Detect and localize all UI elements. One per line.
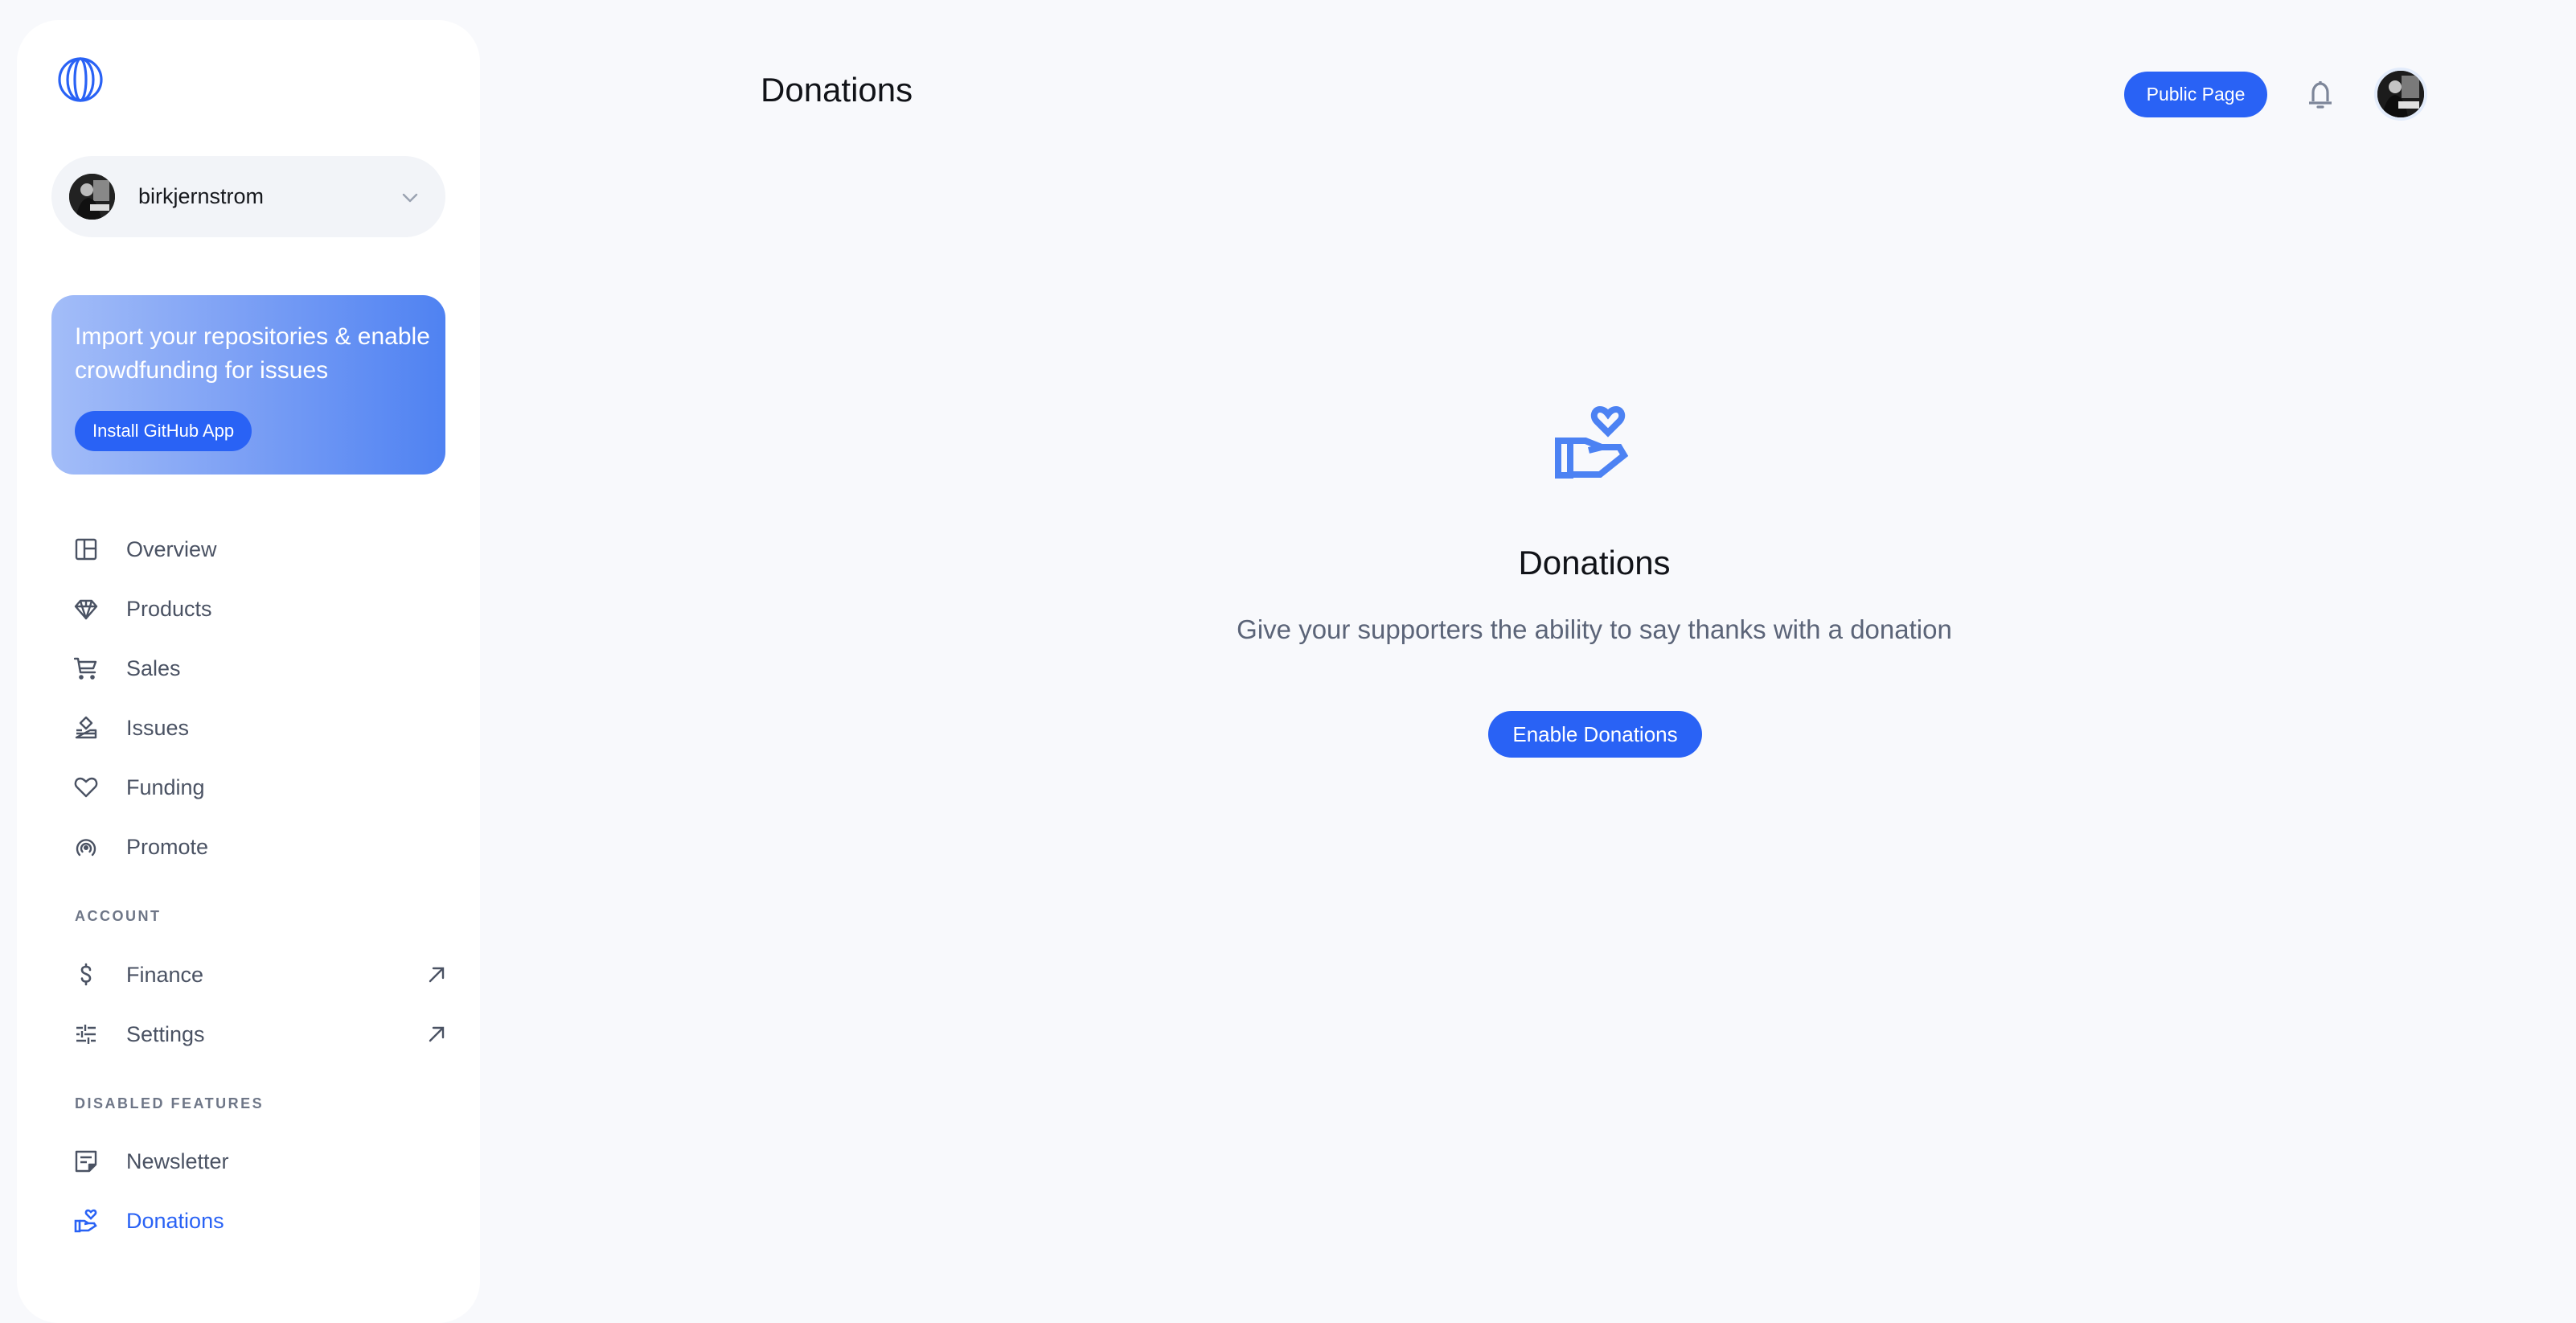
sidebar-item-label: Donations — [126, 1208, 224, 1233]
sidebar-item-label: Products — [126, 596, 212, 621]
dollar-icon — [74, 963, 98, 987]
sidebar-item-label: Promote — [126, 834, 209, 859]
sidebar-item-label: Funding — [126, 774, 205, 799]
user-avatar-button[interactable] — [2374, 68, 2427, 121]
sidebar-item-label: Finance — [126, 962, 204, 987]
bell-icon[interactable] — [2307, 79, 2334, 111]
broadcast-icon — [74, 835, 98, 859]
sidebar-item-sales[interactable]: Sales — [74, 646, 452, 691]
stamp-icon — [74, 716, 98, 740]
chevron-down-icon — [402, 192, 418, 202]
sidebar-item-donations[interactable]: Donations — [74, 1198, 452, 1243]
diamond-icon — [74, 597, 98, 621]
empty-state-title: Donations — [1518, 544, 1671, 581]
account-switcher[interactable]: birkjernstrom — [51, 156, 445, 237]
hand-heart-icon — [74, 1209, 98, 1233]
enable-donations-button[interactable]: Enable Donations — [1488, 711, 1702, 758]
sidebar-item-label: Issues — [126, 715, 190, 740]
sidebar-item-finance[interactable]: Finance — [74, 952, 452, 997]
shopping-cart-icon — [74, 656, 98, 680]
sidebar-item-promote[interactable]: Promote — [74, 824, 452, 869]
layout-dashboard-icon — [74, 537, 98, 561]
section-label-account: ACCOUNT — [75, 908, 162, 924]
account-avatar — [69, 174, 115, 220]
hand-heart-icon — [1553, 402, 1635, 484]
polar-logo-icon[interactable] — [58, 57, 103, 102]
github-import-text: Import your repositories & enable crowdf… — [75, 323, 430, 384]
sidebar-item-funding[interactable]: Funding — [74, 765, 452, 810]
sidebar-item-products[interactable]: Products — [74, 586, 452, 631]
sidebar-item-overview[interactable]: Overview — [74, 527, 452, 572]
external-link-arrow-icon — [428, 966, 445, 984]
sidebar-item-label: Overview — [126, 536, 217, 561]
sidebar-item-label: Newsletter — [126, 1148, 229, 1173]
empty-state-subtitle: Give your supporters the ability to say … — [1237, 614, 1952, 644]
sidebar-item-settings[interactable]: Settings — [74, 1012, 452, 1057]
external-link-arrow-icon — [428, 1025, 445, 1043]
sidebar-item-newsletter[interactable]: Newsletter — [74, 1139, 452, 1184]
sidebar-item-label: Settings — [126, 1021, 205, 1046]
github-import-card: Import your repositories & enable crowdf… — [51, 295, 445, 475]
sidebar-item-label: Sales — [126, 655, 181, 680]
install-github-app-button[interactable]: Install GitHub App — [75, 411, 252, 451]
account-username: birkjernstrom — [138, 184, 265, 208]
note-icon — [74, 1149, 98, 1173]
public-page-button[interactable]: Public Page — [2124, 72, 2267, 117]
page-title: Donations — [761, 71, 913, 109]
sliders-icon — [74, 1022, 98, 1046]
sidebar: birkjernstrom Import your repositories &… — [17, 20, 480, 1323]
section-label-disabled-features: DISABLED FEATURES — [75, 1095, 265, 1111]
heart-icon — [74, 775, 98, 799]
sidebar-item-issues[interactable]: Issues — [74, 705, 452, 750]
